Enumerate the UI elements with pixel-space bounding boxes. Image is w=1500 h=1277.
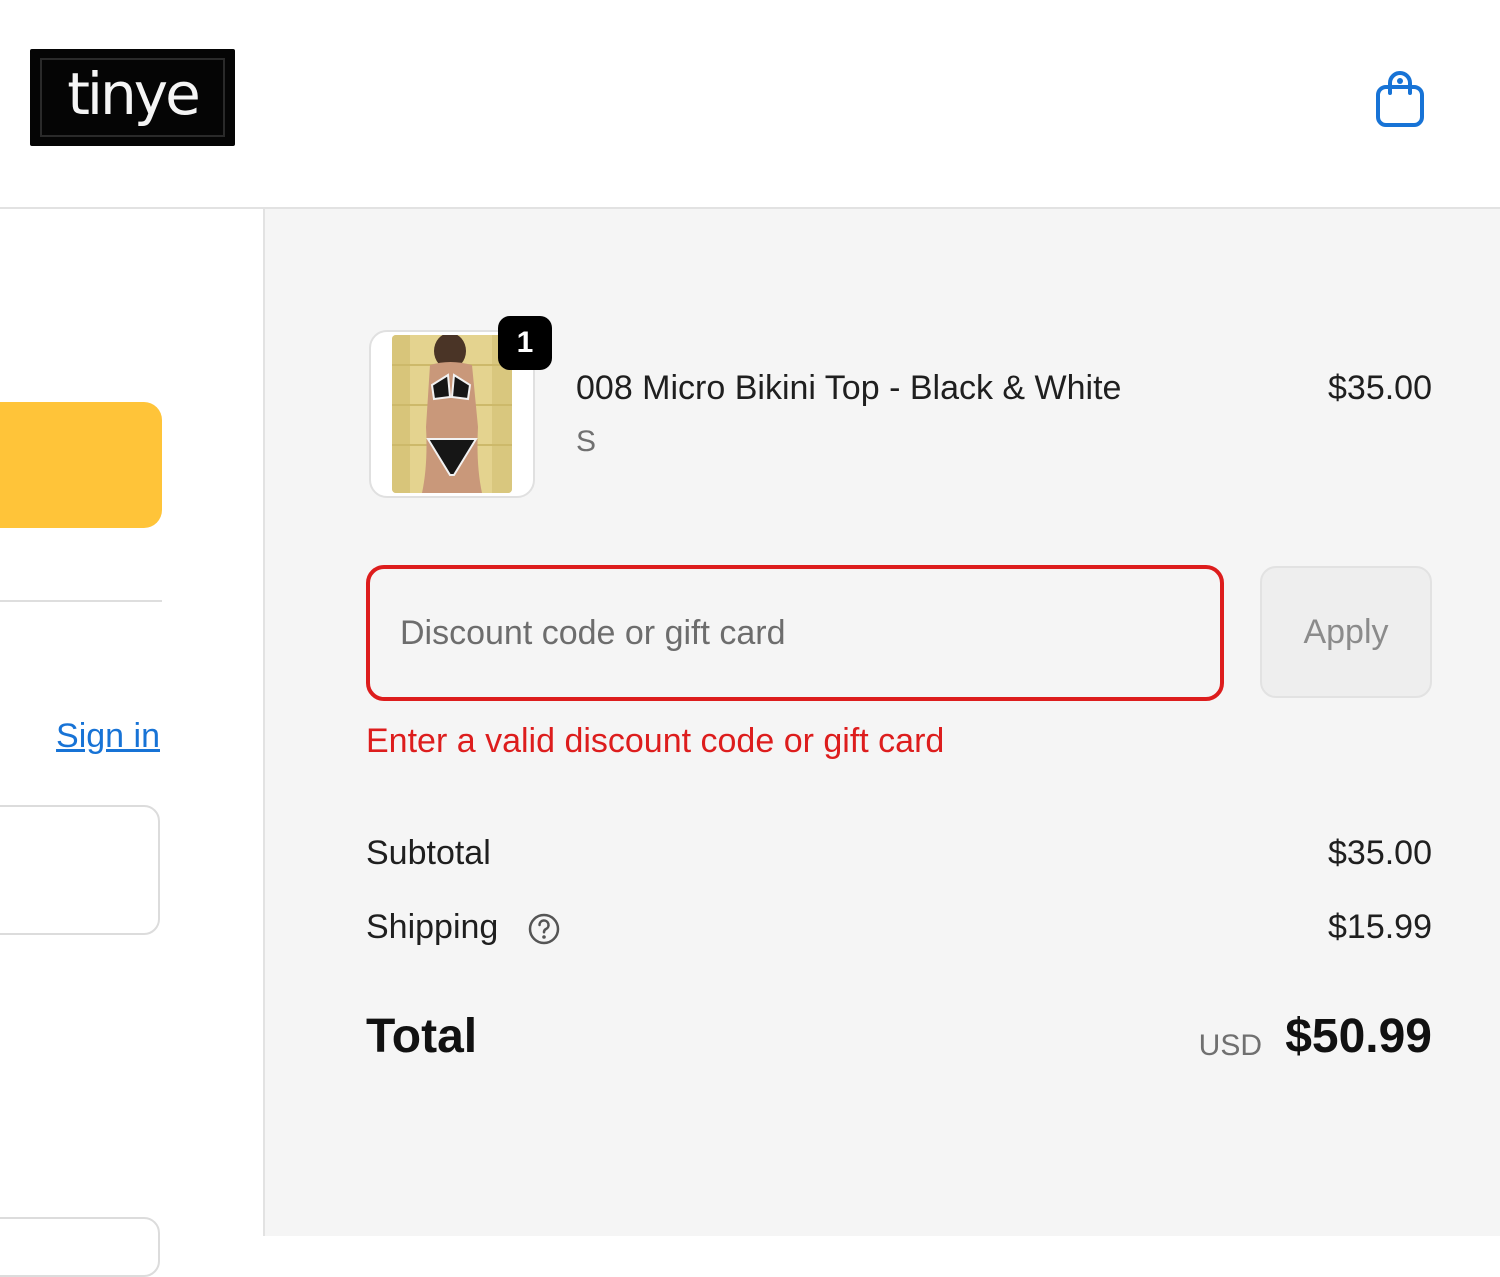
- total-currency: USD: [1198, 1029, 1262, 1062]
- question-circle-icon[interactable]: [527, 912, 561, 946]
- discount-error-message: Enter a valid discount code or gift card: [366, 722, 945, 760]
- discount-code-input[interactable]: [366, 565, 1224, 701]
- quantity-badge: 1: [498, 316, 552, 370]
- product-variant: S: [576, 425, 597, 458]
- store-logo[interactable]: tinye: [30, 49, 235, 146]
- express-checkout-button[interactable]: [0, 402, 162, 528]
- shipping-label: Shipping: [366, 908, 499, 946]
- divider: [0, 600, 162, 602]
- shopping-bag-icon: [1376, 71, 1424, 127]
- logo-text: tinye: [67, 59, 201, 128]
- order-summary: 1 008 Micro Bikini Top - Black & White S…: [263, 209, 1500, 1236]
- subtotal-label: Subtotal: [366, 834, 491, 872]
- apply-discount-button[interactable]: Apply: [1260, 566, 1432, 698]
- subtotal-value: $35.00: [1328, 834, 1432, 872]
- product-image: [392, 335, 512, 493]
- checkout-header: tinye: [0, 0, 1500, 209]
- sign-in-link[interactable]: Sign in: [56, 717, 160, 756]
- checkout-form-column: Sign in: [0, 209, 263, 1277]
- shipping-value: $15.99: [1328, 908, 1432, 946]
- product-price: $35.00: [1328, 369, 1432, 407]
- form-field[interactable]: [0, 1217, 160, 1277]
- total-value: $50.99: [1285, 1010, 1432, 1063]
- cart-button[interactable]: [1368, 66, 1432, 132]
- logo-frame: tinye: [40, 58, 225, 137]
- total-label: Total: [366, 1010, 478, 1063]
- product-title: 008 Micro Bikini Top - Black & White: [576, 369, 1122, 407]
- email-field[interactable]: [0, 805, 160, 935]
